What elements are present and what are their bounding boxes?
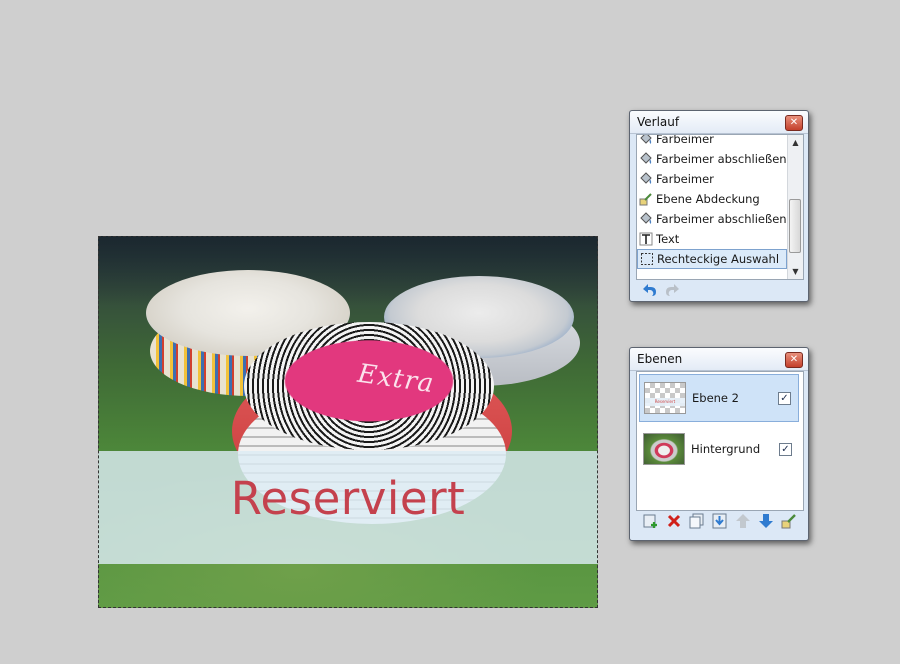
merge-down-icon[interactable] [711, 512, 729, 530]
paint-bucket-icon [640, 152, 652, 164]
scroll-thumb[interactable] [789, 199, 801, 253]
layer-name: Hintergrund [691, 442, 761, 456]
image-canvas[interactable]: Extra Reserviert [98, 236, 598, 608]
redo-icon[interactable] [664, 281, 682, 299]
layers-window: Ebenen ✕ Reserviert Ebene 2 ✓ Hintergrun… [629, 347, 809, 541]
history-scrollbar[interactable]: ▲ ▼ [787, 135, 803, 279]
layer-visibility-checkbox[interactable]: ✓ [778, 392, 791, 405]
layers-toolbar [636, 512, 804, 532]
layer-row-hintergrund[interactable]: Hintergrund ✓ [639, 426, 799, 474]
scroll-up-icon[interactable]: ▲ [788, 135, 803, 150]
layer-properties-icon[interactable] [780, 512, 798, 530]
history-item[interactable]: Ebene Abdeckung [637, 189, 787, 209]
overlay-text: Reserviert [230, 472, 466, 525]
layer-opacity-icon [639, 193, 652, 206]
paint-bucket-icon [640, 135, 652, 144]
history-window: Verlauf ✕ Farbeimer Farbeimer abschließe… [629, 110, 809, 302]
history-list: Farbeimer Farbeimer abschließen Farbeime… [636, 134, 804, 280]
history-item[interactable]: Text [637, 229, 787, 249]
history-item[interactable]: Farbeimer abschließen [637, 149, 787, 169]
close-icon[interactable]: ✕ [785, 115, 803, 131]
layer-list: Reserviert Ebene 2 ✓ Hintergrund ✓ [636, 371, 804, 511]
layer-row-ebene-2[interactable]: Reserviert Ebene 2 ✓ [639, 374, 799, 422]
scroll-down-icon[interactable]: ▼ [788, 264, 803, 279]
history-item[interactable]: Farbeimer [637, 169, 787, 189]
layer-thumbnail [643, 433, 685, 465]
delete-layer-icon[interactable] [665, 512, 683, 530]
history-item[interactable]: Farbeimer [637, 135, 787, 149]
layer-visibility-checkbox[interactable]: ✓ [779, 443, 792, 456]
rectangle-select-icon [641, 253, 653, 265]
text-tool-icon [639, 232, 653, 246]
layer-name: Ebene 2 [692, 391, 739, 405]
layers-title-bar[interactable]: Ebenen ✕ [630, 348, 808, 371]
history-title-bar[interactable]: Verlauf ✕ [630, 111, 808, 134]
history-item-selected[interactable]: Rechteckige Auswahl [637, 249, 787, 269]
undo-icon[interactable] [640, 281, 658, 299]
layer-thumbnail: Reserviert [644, 382, 686, 414]
move-down-icon[interactable] [757, 512, 775, 530]
close-icon[interactable]: ✕ [785, 352, 803, 368]
thumbnail-text: Reserviert [645, 398, 685, 406]
layers-title: Ebenen [637, 352, 683, 366]
history-item[interactable]: Farbeimer abschließen [637, 209, 787, 229]
duplicate-layer-icon[interactable] [688, 512, 706, 530]
paint-bucket-icon [640, 172, 652, 184]
history-title: Verlauf [637, 115, 680, 129]
move-up-icon[interactable] [734, 512, 752, 530]
paint-bucket-icon [640, 212, 652, 224]
add-layer-icon[interactable] [642, 512, 660, 530]
